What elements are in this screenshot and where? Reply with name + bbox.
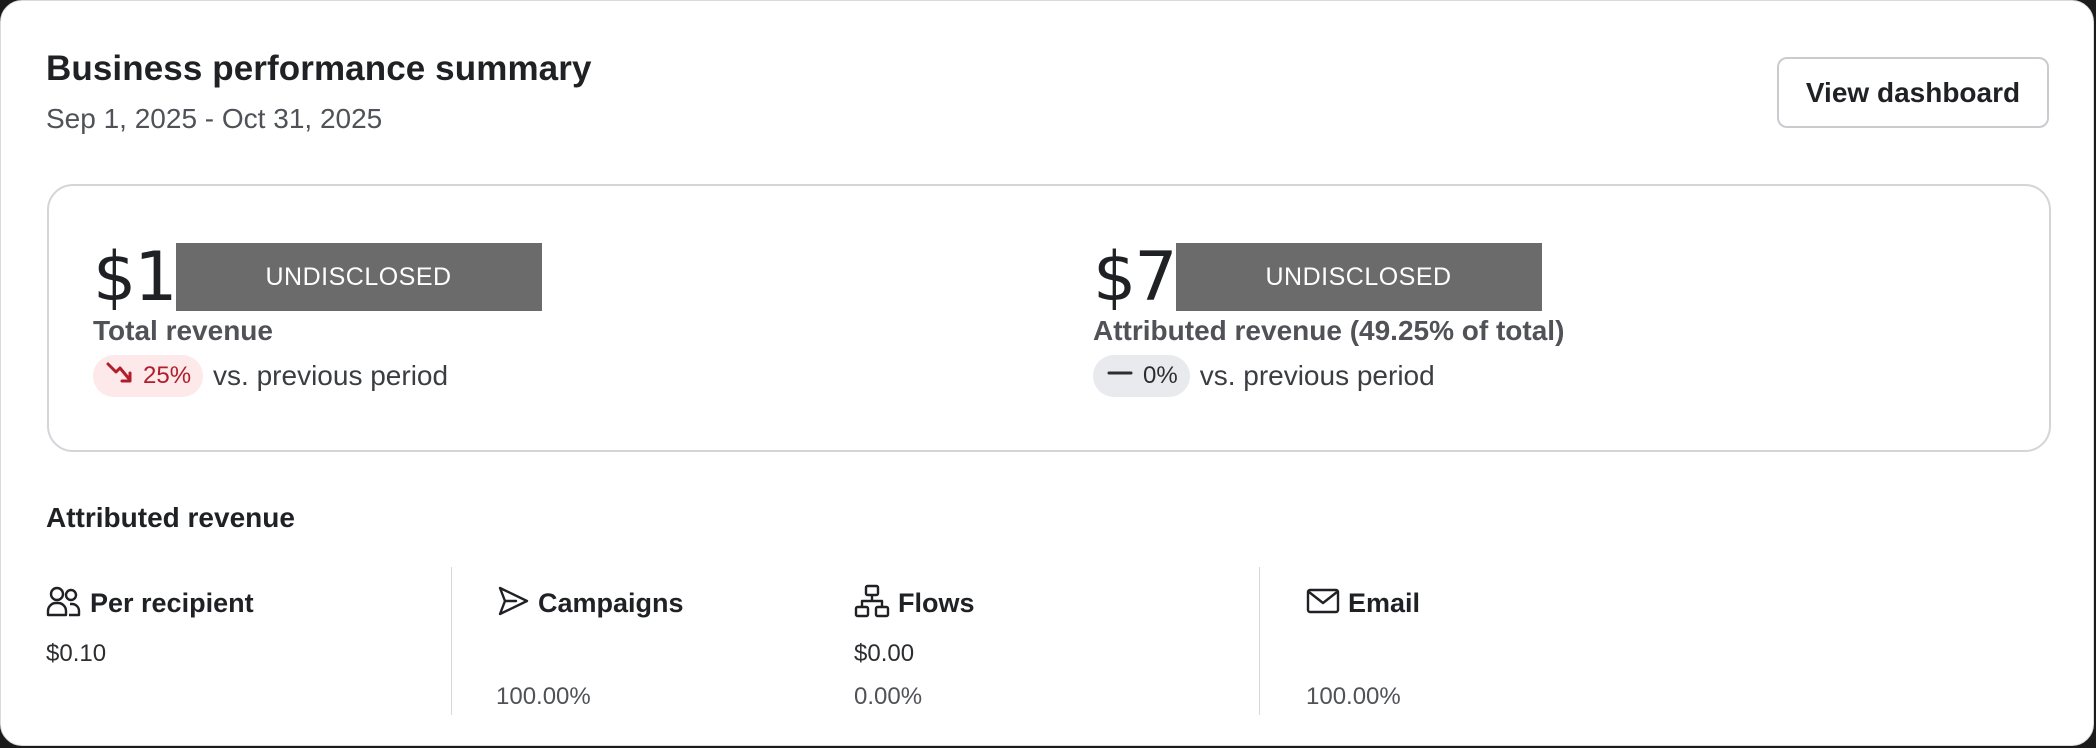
metric-percent: 0.00%	[854, 683, 923, 710]
dash-icon	[1105, 362, 1143, 390]
metric-campaigns: Campaigns 100.00%	[496, 583, 826, 723]
comparison-text: vs. previous period	[213, 360, 449, 391]
metric-label: Per recipient	[90, 587, 254, 618]
metric-label: Email	[1348, 587, 1421, 618]
date-range: Sep 1, 2025 - Oct 31, 2025	[46, 103, 383, 134]
mail-icon	[1306, 586, 1340, 621]
comparison-text: vs. previous period	[1199, 360, 1435, 391]
kpi-total-revenue: $1 UNDISCLOSED Total revenue 25% vs. pre…	[93, 237, 993, 407]
kpi-attributed-revenue: $7 UNDISCLOSED Attributed revenue (49.25…	[1093, 237, 1993, 407]
card-title: Business performance summary	[46, 49, 592, 88]
kpi-attributed-value-prefix: $7	[1093, 237, 1178, 317]
kpi-summary-box: $1 UNDISCLOSED Total revenue 25% vs. pre…	[47, 184, 2051, 452]
change-percent: 25%	[143, 362, 192, 389]
attributed-revenue-heading: Attributed revenue	[46, 502, 295, 533]
divider	[1259, 567, 1260, 715]
metric-value: $0.10	[46, 640, 107, 667]
metric-value: $0.00	[854, 640, 915, 667]
business-performance-card: Business performance summary Sep 1, 2025…	[0, 0, 2094, 746]
view-dashboard-button[interactable]: View dashboard	[1777, 57, 2049, 128]
redaction-box: UNDISCLOSED	[175, 243, 542, 311]
metric-label: Flows	[898, 587, 975, 618]
flow-icon	[854, 584, 890, 623]
change-badge-flat: 0%	[1093, 355, 1190, 397]
kpi-attributed-value: $7 UNDISCLOSED	[1093, 237, 1542, 317]
send-icon	[496, 584, 530, 623]
kpi-total-label: Total revenue	[93, 315, 273, 346]
redaction-box: UNDISCLOSED	[1175, 243, 1542, 311]
metric-percent: 100.00%	[496, 683, 591, 710]
change-percent: 0%	[1143, 362, 1178, 389]
divider	[451, 567, 452, 715]
kpi-total-change: 25% vs. previous period	[93, 355, 448, 397]
kpi-attributed-label: Attributed revenue (49.25% of total)	[1093, 315, 1565, 346]
kpi-total-value-prefix: $1	[93, 237, 178, 317]
metric-email: Email 100.00%	[1306, 583, 1706, 723]
kpi-attributed-change: 0% vs. previous period	[1093, 355, 1435, 397]
change-badge-down: 25%	[93, 355, 204, 397]
metric-label: Campaigns	[538, 587, 684, 618]
kpi-total-value: $1 UNDISCLOSED	[93, 237, 542, 317]
metric-flows: Flows $0.00 0.00%	[854, 583, 1234, 723]
trend-down-icon	[105, 359, 143, 394]
metric-percent: 100.00%	[1306, 683, 1401, 710]
users-icon	[46, 585, 82, 622]
metric-per-recipient: Per recipient $0.10	[46, 583, 426, 723]
